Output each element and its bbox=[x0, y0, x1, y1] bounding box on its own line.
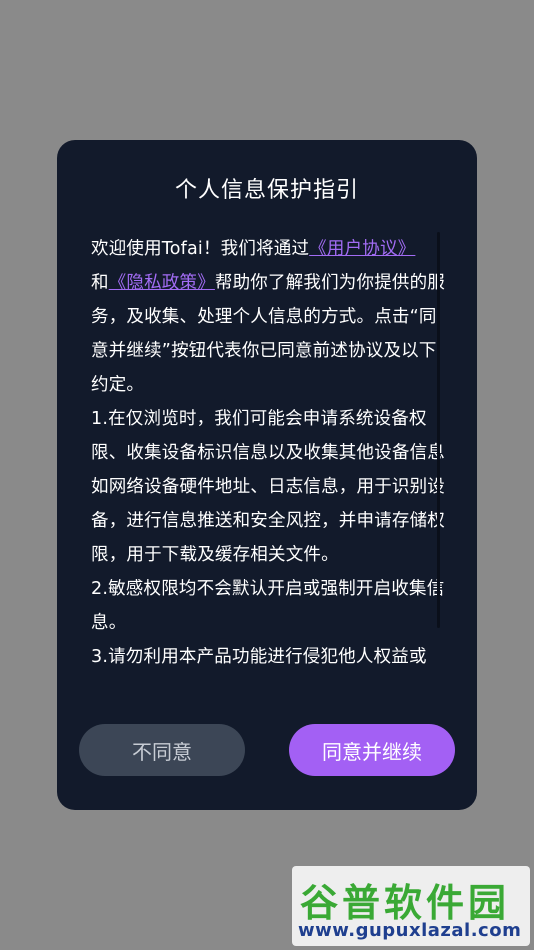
clause-1: 1.在仅浏览时，我们可能会申请系统设备权限、收集设备标识信息以及收集其他设备信息… bbox=[91, 409, 445, 565]
user-agreement-link[interactable]: 《用户协议》 bbox=[309, 239, 415, 259]
dialog-title: 个人信息保护指引 bbox=[174, 178, 359, 203]
clause-3: 3.请勿利用本产品功能进行侵犯他人权益或 bbox=[91, 647, 427, 667]
clause-2: 2.敏感权限均不会默认开启或强制开启收集信息。 bbox=[91, 579, 445, 633]
privacy-dialog: 个人信息保护指引 欢迎使用Tofai！我们将通过《用户协议》 和《隐私政策》帮助你… bbox=[57, 140, 477, 810]
agree-continue-button[interactable]: 同意并继续 bbox=[289, 724, 455, 776]
disagree-button[interactable]: 不同意 bbox=[79, 724, 245, 776]
intro-text-1: 欢迎使用Tofai！我们将通过 bbox=[91, 239, 310, 259]
intro-text-2: 和 bbox=[91, 273, 109, 293]
watermark: 谷普软件园 www.gupuxlazal.com bbox=[292, 866, 530, 946]
privacy-policy-link[interactable]: 《隐私政策》 bbox=[109, 273, 215, 293]
content-scrollbar[interactable] bbox=[437, 232, 440, 628]
watermark-url: www.gupuxlazal.com bbox=[298, 920, 522, 941]
watermark-name: 谷普软件园 bbox=[300, 881, 511, 925]
intro-paragraph: 欢迎使用Tofai！我们将通过《用户协议》 和《隐私政策》帮助你了解我们为你提供的… bbox=[91, 232, 451, 402]
dialog-content[interactable]: 欢迎使用Tofai！我们将通过《用户协议》 和《隐私政策》帮助你了解我们为你提供的… bbox=[91, 232, 451, 696]
